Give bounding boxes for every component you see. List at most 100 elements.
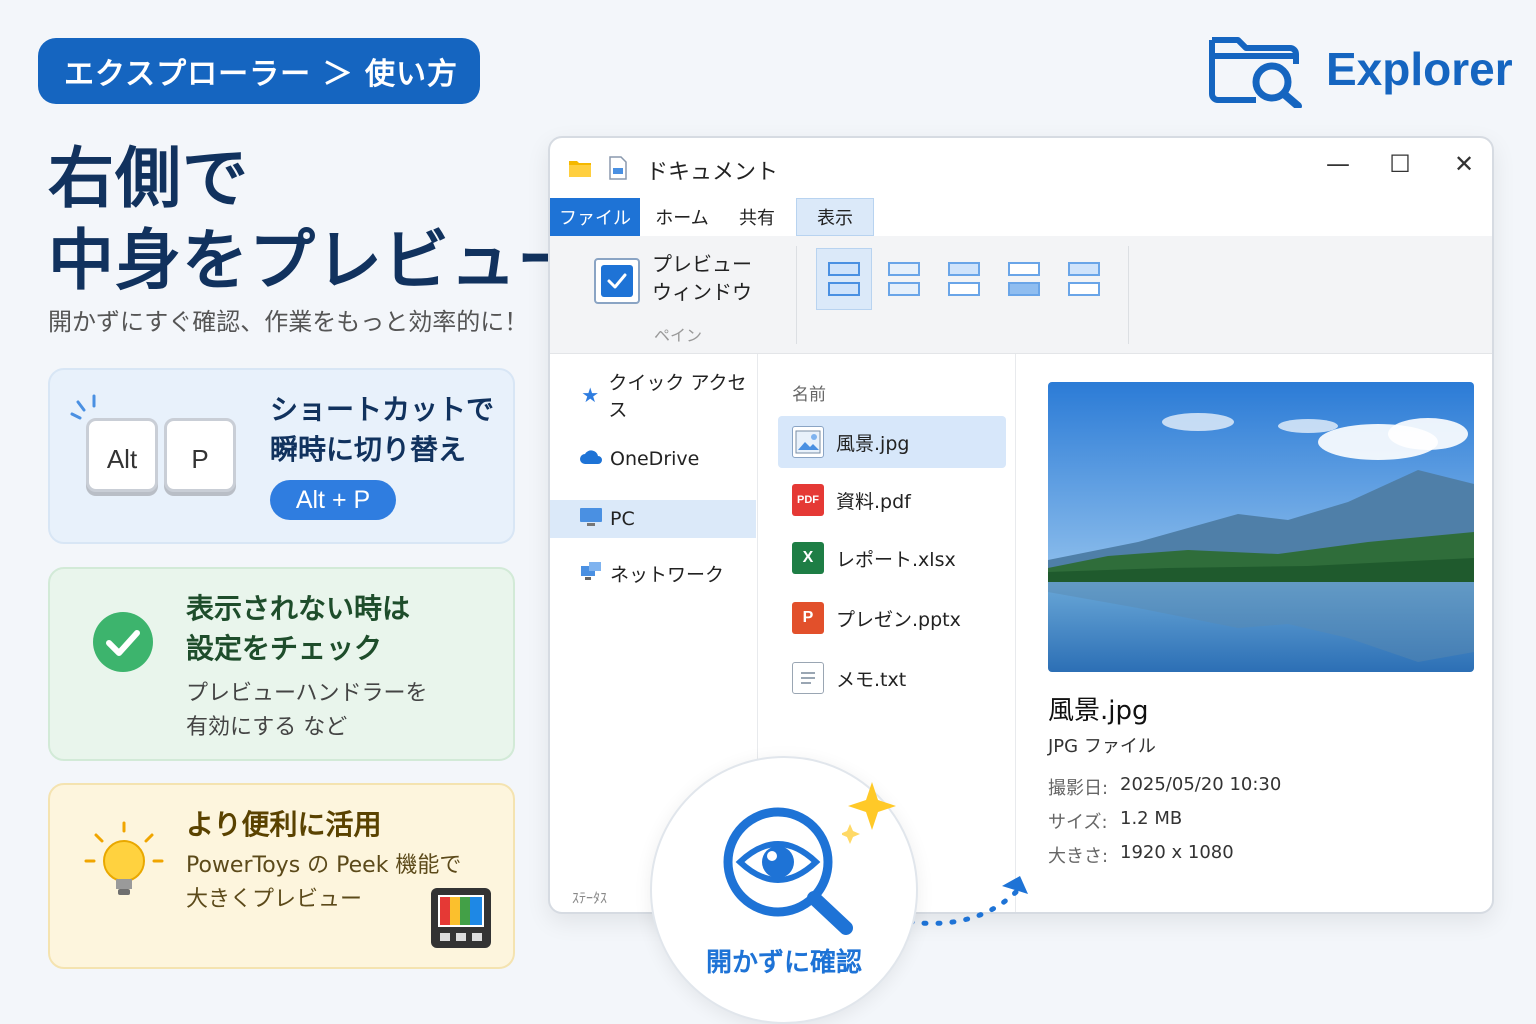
- settings-title-line2: 設定をチェック: [186, 632, 383, 665]
- settings-title-line1: 表示されない時は: [186, 592, 411, 625]
- meta-value: 2025/05/20 10:30: [1120, 774, 1282, 795]
- menu-bar: ファイル ホーム 共有 表示: [550, 198, 1492, 236]
- nav-item-label: クイック アクセス: [608, 372, 747, 421]
- nav-item-quick-access[interactable]: ★ クイック アクセス: [550, 372, 756, 421]
- pane-group-label: ペイン: [654, 326, 703, 345]
- settings-body-line1: プレビューハンドラーを: [186, 681, 428, 706]
- window-title: ドキュメント: [646, 160, 779, 185]
- status-bar-label: ｽﾃｰﾀｽ: [572, 891, 607, 907]
- nav-item-label: OneDrive: [610, 448, 700, 470]
- badge-label: 開かずに確認: [705, 948, 862, 978]
- excel-file-icon: X: [792, 542, 824, 574]
- tips-body-line1: PowerToys の Peek 機能で: [186, 853, 462, 878]
- peek-app-icon: [431, 888, 491, 948]
- subtitle: 開かずにすぐ確認、作業をもっと効率的に！: [48, 308, 529, 336]
- brand-logo: Explorer: [1206, 30, 1513, 108]
- minimize-button[interactable]: —: [1318, 150, 1358, 178]
- layout-option-2[interactable]: [876, 248, 932, 310]
- layout-option-4[interactable]: [996, 248, 1052, 310]
- check-circle-icon: [93, 612, 153, 672]
- preview-pane-checkbox[interactable]: [594, 258, 640, 304]
- document-icon: [609, 156, 627, 180]
- nav-item-network[interactable]: ネットワーク: [550, 554, 756, 592]
- preview-pane: 風景.jpg JPG ファイル 撮影日: 2025/05/20 10:30 サイ…: [1016, 354, 1492, 912]
- preview-meta-row: 撮影日: 2025/05/20 10:30: [1048, 774, 1281, 800]
- preview-meta-row: 大きさ: 1920 x 1080: [1048, 842, 1234, 868]
- layout-icon: [1008, 282, 1040, 296]
- file-item-pdf[interactable]: PDF 資料.pdf: [778, 474, 1006, 526]
- layout-option-3[interactable]: [936, 248, 992, 310]
- settings-title: 表示されない時は 設定をチェック: [186, 589, 410, 669]
- tips-card: より便利に活用 PowerToys の Peek 機能で 大きくプレビュー: [48, 783, 515, 969]
- ribbon-divider: [796, 246, 797, 344]
- shortcut-combo-badge: Alt + P: [270, 480, 396, 520]
- file-name: 風景.jpg: [836, 432, 910, 455]
- meta-label: 撮影日:: [1048, 778, 1109, 799]
- file-name: プレゼン.pptx: [836, 608, 961, 631]
- column-header-name[interactable]: 名前: [792, 380, 826, 405]
- preview-meta-row: サイズ: 1.2 MB: [1048, 808, 1182, 834]
- file-item-txt[interactable]: メモ.txt: [778, 652, 1006, 704]
- alt-key: Alt: [86, 418, 158, 492]
- title-bar: ドキュメント — ☐ ✕: [550, 138, 1492, 198]
- file-name: レポート.xlsx: [836, 548, 956, 571]
- tips-body: PowerToys の Peek 機能で 大きくプレビュー: [186, 849, 461, 917]
- folder-search-icon: [1209, 37, 1302, 108]
- powerpoint-file-icon: P: [792, 602, 824, 634]
- nav-item-pc[interactable]: PC: [550, 500, 756, 538]
- layout-icon: [948, 282, 980, 296]
- tab-share[interactable]: 共有: [724, 198, 790, 236]
- breadcrumb[interactable]: エクスプローラー ＞ 使い方: [38, 38, 480, 104]
- tips-title: より便利に活用: [186, 808, 382, 841]
- page-title: 右側で 中身をプレビュー: [48, 138, 584, 302]
- tab-file[interactable]: ファイル: [550, 198, 640, 236]
- layout-icon: [888, 262, 920, 276]
- network-icon: [578, 560, 604, 587]
- preview-label-line1: プレビュー: [652, 252, 752, 276]
- meta-value: 1.2 MB: [1120, 808, 1183, 829]
- preview-label-line2: ウィンドウ: [652, 280, 752, 304]
- checkmark-icon: [601, 265, 633, 297]
- nav-item-onedrive[interactable]: OneDrive: [550, 440, 756, 478]
- image-file-icon: [792, 426, 824, 458]
- tab-home[interactable]: ホーム: [644, 198, 720, 236]
- ribbon-divider: [1128, 246, 1129, 344]
- preview-filetype: JPG ファイル: [1048, 736, 1156, 757]
- headline-line2: 中身をプレビュー: [48, 222, 584, 299]
- file-item-landscape-jpg[interactable]: 風景.jpg: [778, 416, 1006, 468]
- shortcut-title-line2: 瞬時に切り替え: [270, 433, 467, 466]
- p-key: P: [164, 418, 236, 492]
- shortcut-card: Alt P ショートカットで 瞬時に切り替え Alt + P: [48, 368, 515, 544]
- layout-icon: [1068, 262, 1100, 276]
- shortcut-title-line1: ショートカットで: [270, 393, 495, 426]
- text-file-icon: [792, 662, 824, 694]
- folder-icon: [569, 161, 591, 177]
- tab-view[interactable]: 表示: [796, 198, 874, 236]
- pdf-file-icon: PDF: [792, 484, 824, 516]
- settings-card: 表示されない時は 設定をチェック プレビューハンドラーを 有効にする など: [48, 567, 515, 761]
- meta-value: 1920 x 1080: [1120, 842, 1234, 863]
- layout-icon: [828, 262, 860, 276]
- monitor-icon: [578, 507, 604, 532]
- file-name: メモ.txt: [836, 668, 907, 691]
- file-item-pptx[interactable]: P プレゼン.pptx: [778, 592, 1006, 644]
- magnifier-eye-icon: [723, 807, 853, 935]
- layout-icon: [1068, 282, 1100, 296]
- layout-option-1[interactable]: [816, 248, 872, 310]
- lightbulb-icon: [84, 821, 164, 895]
- star-icon: ★: [581, 383, 600, 407]
- preview-pane-label[interactable]: プレビュー ウィンドウ: [652, 250, 752, 306]
- cloud-icon: [578, 448, 604, 470]
- layout-option-5[interactable]: [1056, 248, 1112, 310]
- maximize-button[interactable]: ☐: [1380, 150, 1420, 178]
- settings-body: プレビューハンドラーを 有効にする など: [186, 677, 428, 745]
- headline-line1: 右側で: [48, 140, 249, 217]
- dotted-arrow-icon: [907, 876, 1028, 926]
- ribbon: プレビュー ウィンドウ ペイン: [550, 236, 1492, 354]
- tips-body-line2: 大きくプレビュー: [186, 887, 363, 912]
- meta-label: サイズ:: [1048, 812, 1108, 833]
- close-button[interactable]: ✕: [1444, 150, 1484, 178]
- file-item-xlsx[interactable]: X レポート.xlsx: [778, 532, 1006, 584]
- preview-filename: 風景.jpg: [1048, 696, 1149, 726]
- sparkle-icon: [842, 782, 896, 844]
